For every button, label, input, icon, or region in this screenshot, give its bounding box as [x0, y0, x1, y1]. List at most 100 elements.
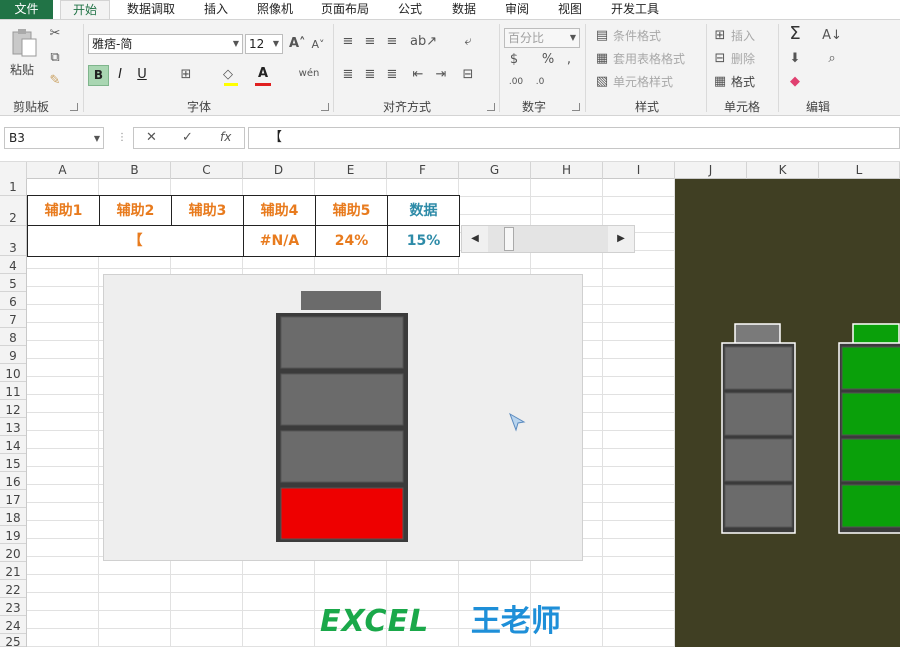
merge-center-icon[interactable]: ⊟ [460, 67, 476, 83]
decrease-indent-icon[interactable]: ⇤ [410, 67, 426, 83]
row-header[interactable]: 23 [0, 598, 26, 616]
formula-input[interactable]: 【 [248, 127, 900, 149]
delete-cells-button[interactable]: 删除 [731, 51, 755, 67]
row-header[interactable]: 6 [0, 292, 26, 310]
align-top-icon[interactable]: ≡ [340, 34, 356, 50]
bold-button[interactable]: B [88, 65, 109, 86]
arrow-right-icon[interactable]: ▶ [608, 226, 634, 252]
header-cell[interactable]: 数据 [387, 195, 460, 226]
row-header[interactable]: 16 [0, 472, 26, 490]
copy-icon[interactable]: ⧉ [47, 50, 63, 66]
column-header[interactable]: C [171, 162, 243, 179]
font-color-button[interactable]: A [256, 66, 270, 82]
column-header[interactable]: H [531, 162, 603, 179]
delete-cells-icon[interactable]: ⊟ [712, 51, 728, 67]
name-box[interactable]: B3 ▼ [4, 127, 104, 149]
row-header[interactable]: 22 [0, 580, 26, 598]
sort-filter-icon[interactable]: A↓ [822, 28, 842, 44]
cancel-icon[interactable]: ✕ [146, 130, 157, 145]
font-launcher-icon[interactable] [321, 103, 329, 111]
header-cell[interactable]: 辅助2 [99, 195, 172, 226]
decrease-font-icon[interactable]: A˅ [311, 37, 325, 53]
phonetic-icon[interactable]: wén [297, 66, 321, 82]
percent-icon[interactable]: % [540, 52, 556, 68]
row-header[interactable]: 14 [0, 436, 26, 454]
header-cell[interactable]: 辅助1 [27, 195, 100, 226]
row-header[interactable]: 3 [0, 226, 26, 256]
table-format-button[interactable]: 套用表格格式 [613, 51, 685, 67]
column-header[interactable]: J [675, 162, 747, 179]
row-header[interactable]: 1 [0, 179, 26, 196]
align-center-icon[interactable]: ≣ [362, 67, 378, 83]
fill-color-icon[interactable]: ◇ [220, 67, 236, 83]
row-header[interactable]: 25 [0, 634, 26, 647]
menu-data[interactable]: 数据 [444, 0, 484, 19]
cut-icon[interactable]: ✂ [47, 26, 63, 42]
row-header[interactable]: 10 [0, 364, 26, 382]
fill-icon[interactable]: ⬇ [786, 51, 804, 67]
value-cell[interactable]: #N/A [243, 225, 316, 257]
orientation-icon[interactable]: ab↗ [410, 34, 437, 50]
insert-function-icon[interactable]: fx [220, 130, 231, 144]
insert-cells-button[interactable]: 插入 [731, 28, 755, 44]
row-header[interactable]: 11 [0, 382, 26, 400]
row-header[interactable]: 21 [0, 562, 26, 580]
row-header[interactable]: 24 [0, 616, 26, 634]
column-header[interactable]: F [387, 162, 459, 179]
number-format-select[interactable]: 百分比 ▼ [504, 28, 580, 48]
conditional-format-icon[interactable]: ▤ [594, 28, 610, 44]
scrollbar-control[interactable]: ◀ ▶ [461, 225, 635, 253]
scrollbar-thumb[interactable] [504, 227, 514, 251]
menu-insert[interactable]: 插入 [196, 0, 236, 19]
select-all-corner[interactable] [0, 162, 27, 179]
currency-icon[interactable]: $ [506, 52, 522, 68]
header-cell[interactable]: 辅助4 [243, 195, 316, 226]
merged-cell-b3[interactable]: 【 [27, 225, 244, 257]
header-cell[interactable]: 辅助5 [315, 195, 388, 226]
row-header[interactable]: 17 [0, 490, 26, 508]
row-header[interactable]: 18 [0, 508, 26, 526]
clear-icon[interactable]: ◆ [786, 74, 804, 90]
increase-decimal-icon[interactable]: .00 [506, 74, 526, 90]
menu-data-fetch[interactable]: 数据调取 [120, 0, 182, 19]
autosum-icon[interactable]: Σ [786, 25, 804, 43]
row-header[interactable]: 5 [0, 274, 26, 292]
italic-button[interactable]: I [113, 67, 127, 83]
row-header[interactable]: 8 [0, 328, 26, 346]
number-launcher-icon[interactable] [572, 103, 580, 111]
cell-styles-button[interactable]: 单元格样式 [613, 74, 673, 90]
paste-label[interactable]: 粘贴 [10, 62, 34, 78]
font-size-select[interactable]: 12 ▼ [245, 34, 283, 54]
enter-icon[interactable]: ✓ [182, 130, 193, 145]
format-cells-icon[interactable]: ▦ [712, 74, 728, 90]
row-header[interactable]: 20 [0, 544, 26, 562]
column-header[interactable]: A [27, 162, 99, 179]
menu-page-layout[interactable]: 页面布局 [314, 0, 376, 19]
row-header[interactable]: 19 [0, 526, 26, 544]
table-format-icon[interactable]: ▦ [594, 51, 610, 67]
conditional-format-button[interactable]: 条件格式 [613, 28, 661, 44]
font-name-select[interactable]: 雅痞-简 ▼ [88, 34, 243, 54]
more-options-icon[interactable]: ⋮ [117, 132, 127, 143]
align-right-icon[interactable]: ≣ [384, 67, 400, 83]
insert-cells-icon[interactable]: ⊞ [712, 28, 728, 44]
borders-icon[interactable]: ⊞ [178, 67, 194, 83]
cell-styles-icon[interactable]: ▧ [594, 74, 610, 90]
column-header[interactable]: G [459, 162, 531, 179]
align-left-icon[interactable]: ≣ [340, 67, 356, 83]
column-header[interactable]: I [603, 162, 675, 179]
align-middle-icon[interactable]: ≡ [362, 34, 378, 50]
wrap-text-icon[interactable]: ⤶ [460, 34, 476, 50]
comma-icon[interactable]: , [564, 52, 574, 68]
value-cell[interactable]: 15% [387, 225, 460, 257]
row-header[interactable]: 7 [0, 310, 26, 328]
row-header[interactable]: 2 [0, 196, 26, 226]
alignment-launcher-icon[interactable] [487, 103, 495, 111]
arrow-left-icon[interactable]: ◀ [462, 226, 488, 252]
column-header[interactable]: D [243, 162, 315, 179]
header-cell[interactable]: 辅助3 [171, 195, 244, 226]
decrease-decimal-icon[interactable]: .0 [530, 74, 550, 90]
menu-camera[interactable]: 照像机 [250, 0, 300, 19]
column-header[interactable]: L [819, 162, 900, 179]
menu-formulas[interactable]: 公式 [390, 0, 430, 19]
